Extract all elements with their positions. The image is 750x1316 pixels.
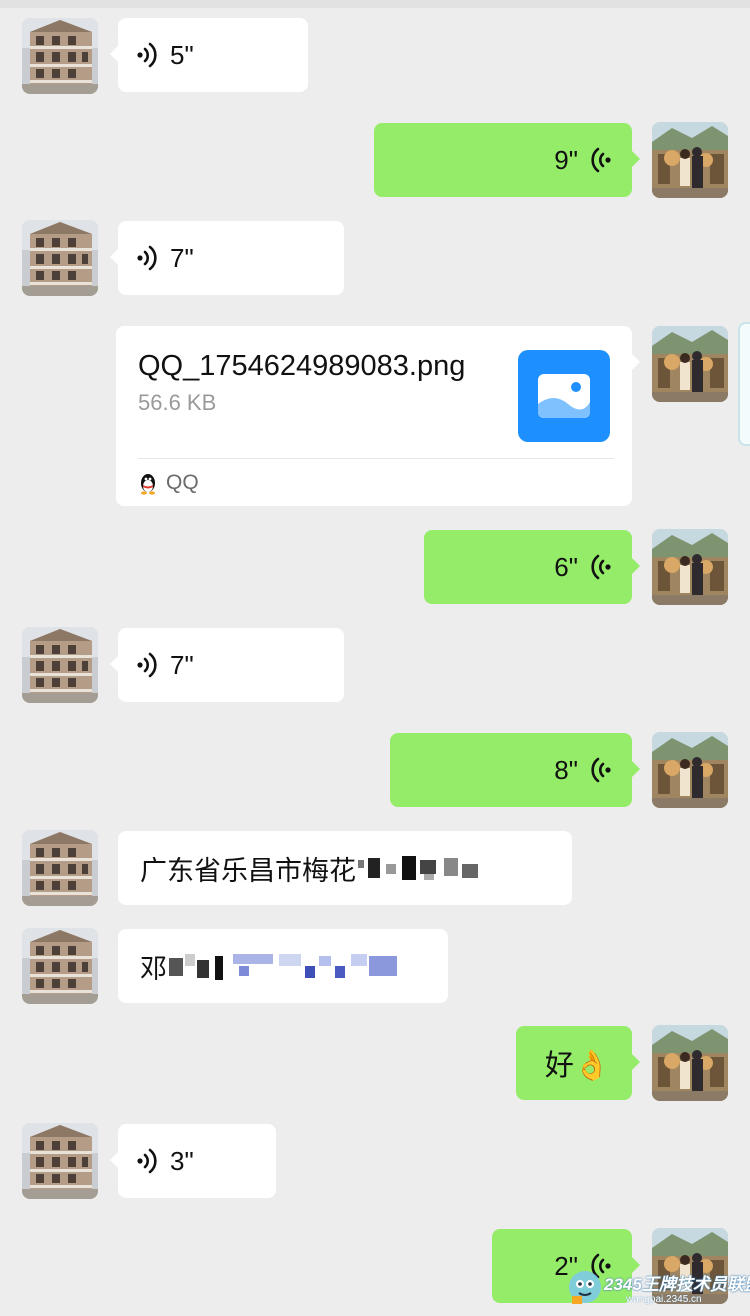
file-source-label: QQ [166,471,199,494]
voice-duration: 7" [170,649,194,680]
voice-wave-icon [136,651,158,679]
message-text: 好👌 [544,1050,610,1082]
watermark-url: wangpai.2345.cn [626,1294,702,1305]
voice-wave-icon [136,244,158,272]
photo-avatar-image [652,326,728,402]
photo-avatar-image [652,1025,728,1101]
building-avatar-image [22,1123,98,1199]
file-source: QQ [138,470,199,496]
top-divider [0,0,750,8]
image-file-icon [518,350,610,442]
photo-avatar-image [652,732,728,808]
text-message-incoming[interactable]: 广东省乐昌市梅花 [118,831,572,905]
voice-duration: 7" [170,242,194,273]
message-text: 广东省乐昌市梅花 [140,855,356,886]
text-message-incoming[interactable]: 邓 [118,929,448,1003]
watermark-brand: 2345王牌技术员联盟 [604,1275,750,1294]
voice-wave-icon [590,146,612,174]
building-avatar-image [22,220,98,296]
building-avatar-image [22,627,98,703]
building-avatar-image [22,928,98,1004]
contact-avatar[interactable] [22,18,98,94]
photo-avatar-image [652,122,728,198]
qq-penguin-icon [138,471,158,495]
voice-wave-icon [590,553,612,581]
contact-avatar[interactable] [22,220,98,296]
file-size: 56.6 KB [138,390,217,415]
site-watermark: 2345王牌技术员联盟 wangpai.2345.cn [562,1262,750,1312]
voice-wave-icon [136,1147,158,1175]
voice-message-outgoing[interactable]: 8" [390,733,640,807]
message-text: 邓 [140,953,167,984]
voice-message-outgoing[interactable]: 9" [374,123,640,197]
voice-duration: 5" [170,39,194,70]
voice-duration: 8" [554,754,578,785]
self-avatar[interactable] [652,732,728,808]
text-message-outgoing[interactable]: 好👌 [516,1026,640,1100]
photo-avatar-image [652,529,728,605]
contact-avatar[interactable] [22,830,98,906]
voice-message-incoming[interactable]: 5" [110,18,308,92]
self-avatar[interactable] [652,122,728,198]
file-card-divider [138,458,614,459]
file-name: QQ_1754624989083.png [138,350,466,382]
voice-wave-icon [136,41,158,69]
contact-avatar[interactable] [22,627,98,703]
contact-avatar[interactable] [22,928,98,1004]
redaction-mosaic [358,854,488,882]
voice-message-outgoing[interactable]: 6" [424,530,640,604]
voice-duration: 9" [554,144,578,175]
voice-message-incoming[interactable]: 7" [110,628,344,702]
self-avatar[interactable] [652,529,728,605]
building-avatar-image [22,830,98,906]
building-avatar-image [22,18,98,94]
voice-message-incoming[interactable]: 3" [110,1124,276,1198]
contact-avatar[interactable] [22,1123,98,1199]
self-avatar[interactable] [652,1025,728,1101]
self-avatar[interactable] [652,326,728,402]
voice-wave-icon [590,756,612,784]
redaction-mosaic [169,952,409,980]
mascot-logo-icon [569,1271,601,1304]
edge-partial-element [738,322,750,446]
voice-duration: 6" [554,551,578,582]
file-message-card[interactable]: QQ_1754624989083.png 56.6 KB QQ [116,326,640,506]
voice-duration: 3" [170,1145,194,1176]
voice-message-incoming[interactable]: 7" [110,221,344,295]
